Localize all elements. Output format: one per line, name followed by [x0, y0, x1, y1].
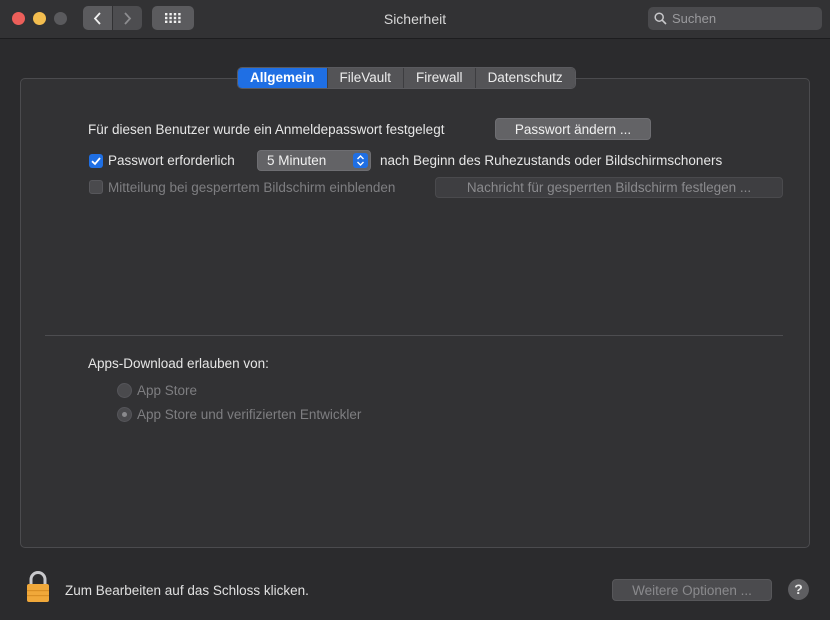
lock-hint-text: Zum Bearbeiten auf das Schloss klicken.: [65, 583, 309, 598]
require-password-delay-select[interactable]: 5 Minuten: [257, 150, 371, 171]
password-set-text: Für diesen Benutzer wurde ein Anmeldepas…: [88, 122, 445, 137]
set-lock-message-button[interactable]: Nachricht für gesperrten Bildschirm fest…: [435, 177, 783, 198]
downloads-heading: Apps-Download erlauben von:: [88, 356, 269, 371]
tab-datenschutz[interactable]: Datenschutz: [475, 68, 575, 88]
lock-button[interactable]: [26, 571, 50, 606]
search-icon: [654, 12, 667, 25]
lock-icon: [27, 571, 49, 602]
require-password-delay-value: 5 Minuten: [267, 153, 327, 168]
section-divider: [45, 335, 783, 336]
checkmark-icon: [91, 157, 101, 166]
radio-selected-dot: [122, 412, 127, 417]
lock-message-label: Mitteilung bei gesperrtem Bildschirm ein…: [108, 180, 396, 195]
radio-app-store-identified-label: App Store und verifizierten Entwickler: [137, 407, 362, 422]
tab-firewall[interactable]: Firewall: [404, 68, 476, 88]
radio-app-store-label: App Store: [137, 383, 198, 398]
tab-bar: Allgemein FileVault Firewall Datenschutz: [237, 67, 576, 89]
radio-app-store-identified[interactable]: [117, 407, 132, 422]
updown-arrows-icon: [353, 153, 368, 168]
tab-filevault[interactable]: FileVault: [327, 68, 405, 88]
tab-allgemein[interactable]: Allgemein: [238, 68, 328, 88]
search-field[interactable]: [648, 7, 822, 30]
advanced-options-button[interactable]: Weitere Optionen ...: [612, 579, 772, 601]
lock-message-checkbox[interactable]: [89, 180, 103, 194]
require-password-label: Passwort erforderlich: [108, 153, 235, 168]
help-button[interactable]: ?: [788, 579, 809, 600]
require-password-suffix: nach Beginn des Ruhezustands oder Bildsc…: [380, 153, 723, 168]
search-input[interactable]: [672, 11, 812, 26]
require-password-checkbox[interactable]: [89, 154, 103, 168]
title-bar: Sicherheit: [0, 0, 830, 39]
radio-app-store[interactable]: [117, 383, 132, 398]
change-password-button[interactable]: Passwort ändern ...: [495, 118, 651, 140]
settings-panel: [20, 78, 810, 548]
